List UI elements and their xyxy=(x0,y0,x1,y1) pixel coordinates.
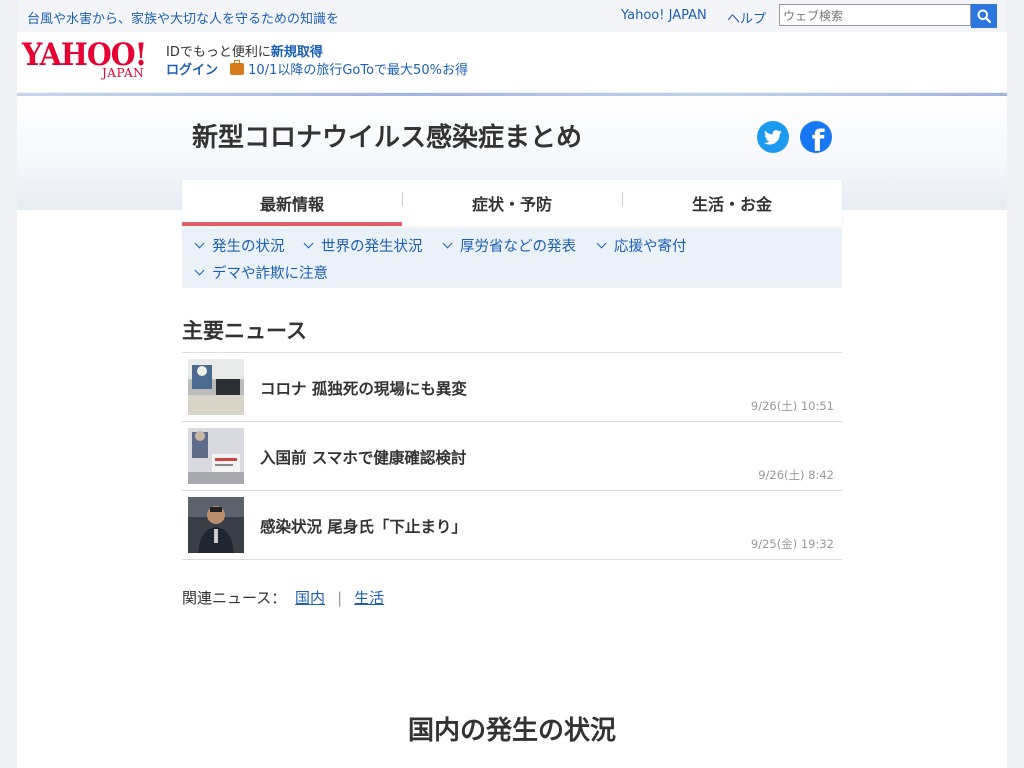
chevron-down-icon xyxy=(194,265,205,276)
facebook-icon: f xyxy=(811,124,825,154)
login-line: ログイン 10/1以降の旅行GoToで最大50%お得 xyxy=(166,59,468,78)
sublink-donate[interactable]: 応援や寄付 xyxy=(596,235,687,256)
related-news-label: 関連ニュース： xyxy=(182,589,287,607)
news-thumbnail xyxy=(188,428,244,484)
news-thumbnail xyxy=(188,497,244,553)
search-button[interactable] xyxy=(971,4,997,28)
logo-sub: JAPAN xyxy=(102,66,145,80)
id-promo: IDでもっと便利に新規取得 xyxy=(166,41,323,60)
twitter-icon xyxy=(764,129,782,144)
main-news-heading: 主要ニュース xyxy=(182,319,307,343)
sublink-label: 応援や寄付 xyxy=(614,239,687,255)
news-timestamp: 9/26(土) 8:42 xyxy=(758,468,834,482)
related-link-domestic[interactable]: 国内 xyxy=(295,589,325,607)
search-icon xyxy=(977,9,991,23)
news-item[interactable]: 感染状況 尾身氏「下止まり」 9/25(金) 19:32 xyxy=(182,490,842,560)
chevron-down-icon xyxy=(442,238,453,249)
suitcase-icon xyxy=(230,60,245,75)
section-links: 発生の状況 世界の発生状況 厚労省などの発表 応援や寄付 デマや詐欺に注意 xyxy=(182,228,842,288)
top-stripe xyxy=(17,93,1007,96)
news-timestamp: 9/25(金) 19:32 xyxy=(750,537,834,551)
yahoo-japan-link[interactable]: Yahoo! JAPAN xyxy=(621,8,707,23)
top-bar: 台風や水害から、家族や大切な人を守るための知識を Yahoo! JAPAN ヘル… xyxy=(17,0,1007,32)
news-title: 感染状況 尾身氏「下止まり」 xyxy=(260,518,467,536)
disaster-notice-link[interactable]: 台風や水害から、家族や大切な人を守るための知識を xyxy=(27,8,339,27)
twitter-share-button[interactable] xyxy=(757,121,789,153)
sublink-label: 厚労省などの発表 xyxy=(460,239,576,255)
news-item[interactable]: コロナ 孤独死の現場にも異変 9/26(土) 10:51 xyxy=(182,352,842,421)
news-timestamp: 9/26(土) 10:51 xyxy=(750,399,834,413)
tab-latest[interactable]: 最新情報 xyxy=(182,180,402,226)
domestic-status-heading: 国内の発生の状況 xyxy=(407,716,616,746)
related-news: 関連ニュース： 国内 | 生活 xyxy=(182,587,384,608)
news-list: コロナ 孤独死の現場にも異変 9/26(土) 10:51 入国前 スマホで健康確… xyxy=(182,352,842,560)
register-link[interactable]: 新規取得 xyxy=(271,45,323,60)
sublink-label: デマや詐欺に注意 xyxy=(212,266,328,282)
search-box xyxy=(779,4,972,26)
goto-campaign-link[interactable]: 10/1以降の旅行GoToで最大50%お得 xyxy=(248,63,468,78)
facebook-share-button[interactable]: f xyxy=(800,121,832,153)
login-link[interactable]: ログイン xyxy=(166,63,218,78)
sublink-hoax[interactable]: デマや詐欺に注意 xyxy=(194,262,328,283)
sublink-mhlw[interactable]: 厚労省などの発表 xyxy=(442,235,576,256)
news-title: コロナ 孤独死の現場にも異変 xyxy=(260,380,467,398)
news-thumbnail xyxy=(188,359,244,415)
sublink-outbreak[interactable]: 発生の状況 xyxy=(194,235,285,256)
sublink-label: 発生の状況 xyxy=(212,239,285,255)
tab-life-money[interactable]: 生活・お金 xyxy=(622,180,842,226)
yahoo-japan-logo[interactable]: YAHOO! JAPAN xyxy=(22,37,156,81)
id-promo-text: IDでもっと便利に xyxy=(166,45,271,60)
sublink-world[interactable]: 世界の発生状況 xyxy=(303,235,423,256)
site-header: YAHOO! JAPAN IDでもっと便利に新規取得 ログイン 10/1以降の旅… xyxy=(17,32,1007,92)
chevron-down-icon xyxy=(303,238,314,249)
page-title: 新型コロナウイルス感染症まとめ xyxy=(192,123,583,153)
separator: | xyxy=(337,589,343,607)
news-title: 入国前 スマホで健康確認検討 xyxy=(260,449,467,467)
related-link-life[interactable]: 生活 xyxy=(354,589,384,607)
chevron-down-icon xyxy=(596,238,607,249)
web-search-input[interactable] xyxy=(780,6,972,26)
main-content: 新型コロナウイルス感染症まとめ f 最新情報 症状・予防 生活・お金 発生の状況… xyxy=(17,93,1007,768)
sublink-label: 世界の発生状況 xyxy=(321,239,423,255)
tab-symptoms[interactable]: 症状・予防 xyxy=(402,180,622,226)
chevron-down-icon xyxy=(194,238,205,249)
category-tabs: 最新情報 症状・予防 生活・お金 xyxy=(182,180,842,226)
news-item[interactable]: 入国前 スマホで健康確認検討 9/26(土) 8:42 xyxy=(182,421,842,490)
help-link[interactable]: ヘルプ xyxy=(727,8,766,27)
